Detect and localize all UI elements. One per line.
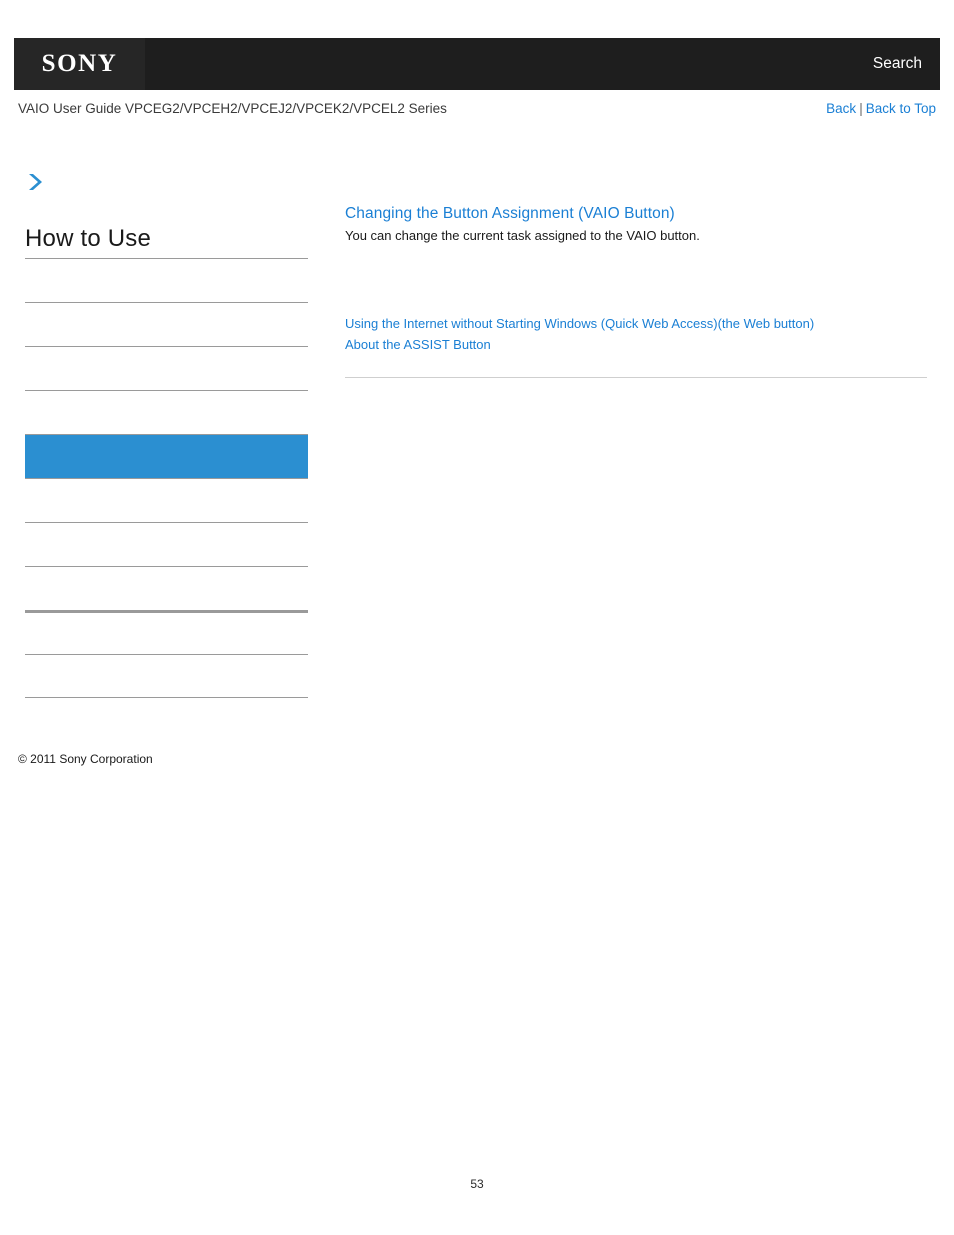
related-link-assist-button[interactable]: About the ASSIST Button xyxy=(345,334,927,355)
back-link[interactable]: Back xyxy=(826,101,856,116)
site-header: SONY Search xyxy=(14,38,940,90)
sidebar-item-5[interactable] xyxy=(25,478,308,522)
back-to-top-link[interactable]: Back to Top xyxy=(866,101,936,116)
related-links: Using the Internet without Starting Wind… xyxy=(345,313,927,355)
sidebar-item-7[interactable] xyxy=(25,566,308,610)
nav-separator: | xyxy=(859,101,863,116)
chevron-right-icon[interactable] xyxy=(25,172,47,192)
sony-logo[interactable]: SONY xyxy=(14,38,145,90)
content-divider xyxy=(345,376,927,378)
sidebar-list xyxy=(25,258,308,698)
sidebar-item-0[interactable] xyxy=(25,258,308,302)
page-number: 53 xyxy=(470,1177,484,1191)
page-title: VAIO User Guide VPCEG2/VPCEH2/VPCEJ2/VPC… xyxy=(18,101,447,116)
sidebar-item-6[interactable] xyxy=(25,522,308,566)
article-description: You can change the current task assigned… xyxy=(345,228,700,243)
sidebar-item-3[interactable] xyxy=(25,390,308,434)
sidebar-item-active[interactable] xyxy=(25,434,308,478)
copyright-text: © 2011 Sony Corporation xyxy=(18,752,153,766)
sony-wordmark: SONY xyxy=(41,50,118,77)
sidebar-item-1[interactable] xyxy=(25,302,308,346)
title-row: VAIO User Guide VPCEG2/VPCEH2/VPCEJ2/VPC… xyxy=(18,101,936,121)
search-label: Search xyxy=(872,55,922,72)
header-nav: Back | Back to Top xyxy=(826,101,936,116)
sidebar-heading: How to Use xyxy=(25,225,152,252)
article-title: Changing the Button Assignment (VAIO But… xyxy=(345,205,675,222)
sidebar-item-8[interactable] xyxy=(25,610,308,654)
sidebar-item-2[interactable] xyxy=(25,346,308,390)
related-link-quick-web-access[interactable]: Using the Internet without Starting Wind… xyxy=(345,313,927,334)
sidebar-item-9[interactable] xyxy=(25,654,308,698)
main-content: Changing the Button Assignment (VAIO But… xyxy=(345,205,927,378)
search-button[interactable]: Search xyxy=(873,38,922,90)
